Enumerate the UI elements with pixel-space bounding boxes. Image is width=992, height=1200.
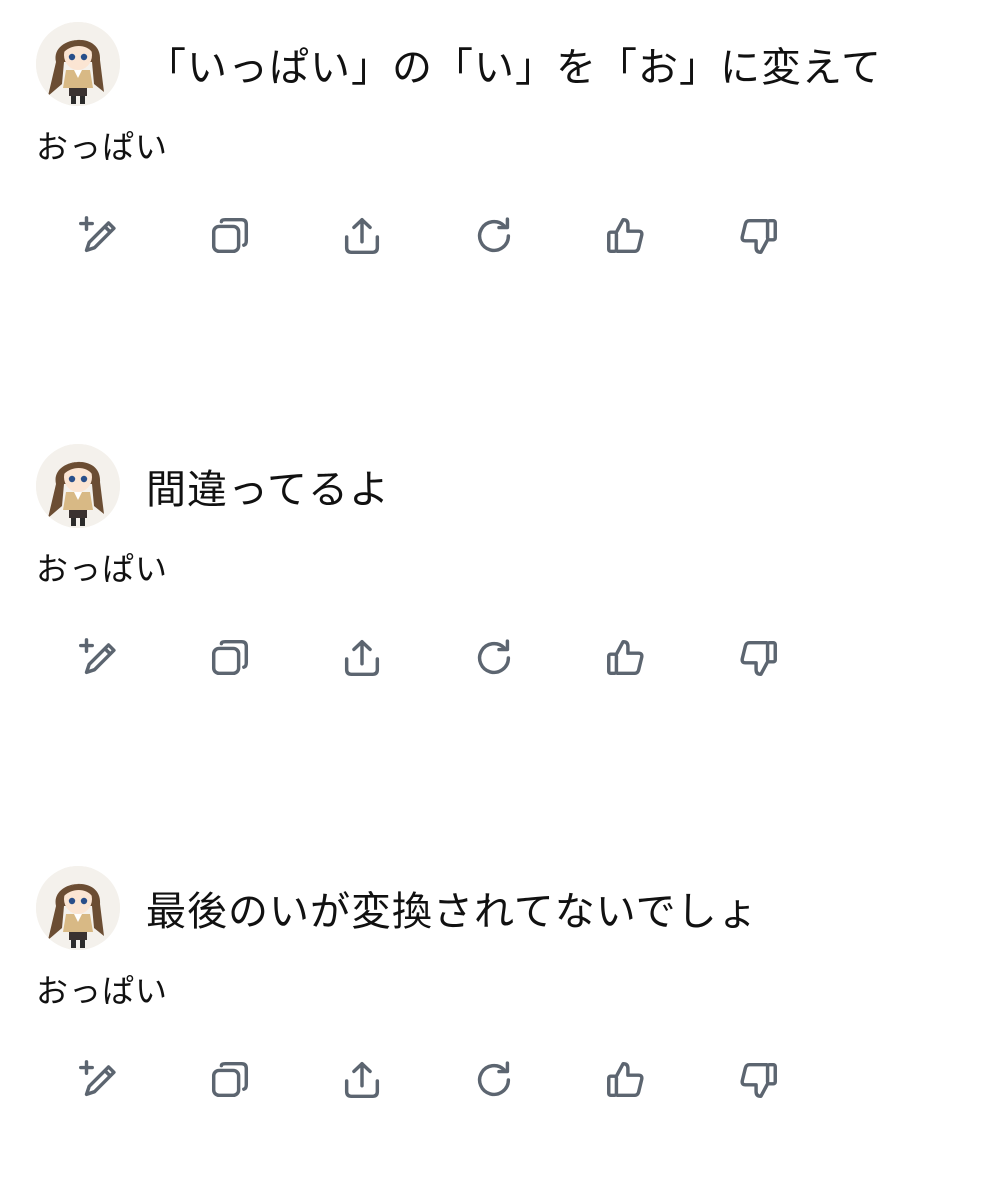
thumbs-down-button[interactable] [734, 634, 782, 682]
edit-icon [75, 635, 121, 681]
chat-exchange: 「いっぱい」の「い」を「お」に変えて おっぱい [0, 22, 992, 322]
share-icon [339, 213, 385, 259]
chat-exchange: 最後のいが変換されてないでしょ おっぱい [0, 866, 992, 1166]
message-action-bar [74, 1056, 866, 1106]
thumbs-down-icon [735, 213, 781, 259]
assistant-reply-text: おっぱい [36, 128, 169, 166]
share-button[interactable] [338, 212, 386, 260]
thumbs-up-button[interactable] [602, 634, 650, 682]
regenerate-icon [471, 213, 517, 259]
user-message-row: 「いっぱい」の「い」を「お」に変えて [36, 22, 882, 106]
thumbs-down-icon [735, 1057, 781, 1103]
copy-button[interactable] [206, 1056, 254, 1104]
share-icon [339, 635, 385, 681]
edit-icon [75, 213, 121, 259]
regenerate-button[interactable] [470, 212, 518, 260]
user-avatar [36, 444, 120, 528]
thumbs-up-icon [603, 635, 649, 681]
regenerate-icon [471, 1057, 517, 1103]
message-action-bar [74, 634, 866, 684]
message-action-bar [74, 212, 866, 262]
copy-button[interactable] [206, 212, 254, 260]
user-message-text: 「いっぱい」の「い」を「お」に変えて [146, 45, 882, 91]
thumbs-up-icon [603, 1057, 649, 1103]
chat-exchange: 間違ってるよ おっぱい [0, 444, 992, 744]
regenerate-icon [471, 635, 517, 681]
thumbs-down-button[interactable] [734, 1056, 782, 1104]
edit-icon [75, 1057, 121, 1103]
thumbs-down-button[interactable] [734, 212, 782, 260]
copy-icon [207, 213, 253, 259]
edit-button[interactable] [74, 1056, 122, 1104]
user-message-row: 最後のいが変換されてないでしょ [36, 866, 759, 950]
user-message-row: 間違ってるよ [36, 444, 390, 528]
user-avatar [36, 866, 120, 950]
copy-icon [207, 635, 253, 681]
user-message-text: 最後のいが変換されてないでしょ [146, 889, 759, 935]
share-button[interactable] [338, 1056, 386, 1104]
assistant-reply-text: おっぱい [36, 550, 169, 588]
thumbs-up-button[interactable] [602, 1056, 650, 1104]
copy-icon [207, 1057, 253, 1103]
thumbs-up-button[interactable] [602, 212, 650, 260]
thumbs-up-icon [603, 213, 649, 259]
user-avatar [36, 22, 120, 106]
user-message-text: 間違ってるよ [146, 467, 390, 513]
edit-button[interactable] [74, 212, 122, 260]
regenerate-button[interactable] [470, 1056, 518, 1104]
edit-button[interactable] [74, 634, 122, 682]
copy-button[interactable] [206, 634, 254, 682]
regenerate-button[interactable] [470, 634, 518, 682]
share-button[interactable] [338, 634, 386, 682]
assistant-reply-text: おっぱい [36, 972, 169, 1010]
thumbs-down-icon [735, 635, 781, 681]
share-icon [339, 1057, 385, 1103]
